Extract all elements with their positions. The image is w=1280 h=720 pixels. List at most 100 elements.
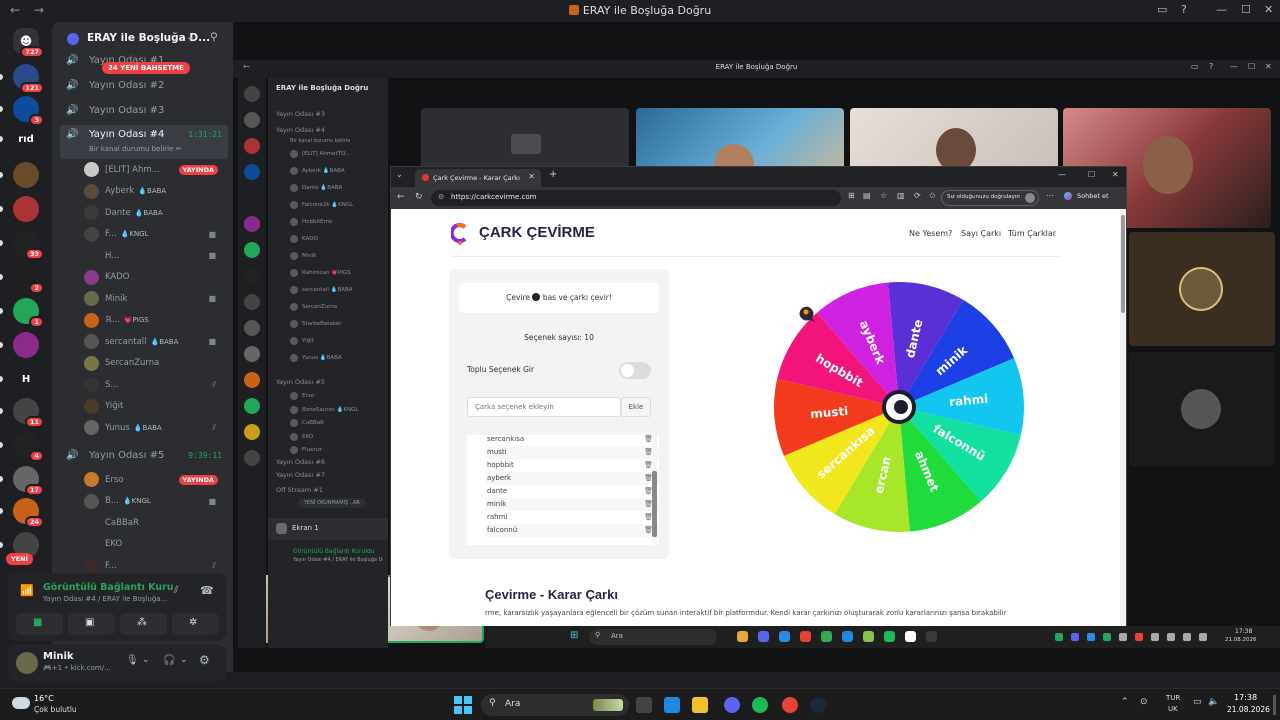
live-badge[interactable]: YAYINDA — [178, 164, 218, 175]
star-icon[interactable]: ☆ — [880, 191, 887, 200]
volume-icon[interactable]: 🔈 — [1208, 697, 1219, 707]
inbox-icon[interactable]: ▭ — [1157, 3, 1167, 16]
live-badge[interactable]: YAYINDA — [178, 474, 218, 485]
option-item[interactable]: ayberk 🗑 — [485, 472, 659, 485]
server-icon-9[interactable]: H — [13, 366, 39, 392]
tab-menu-icon[interactable]: ⌄ — [396, 170, 403, 179]
channel-room-4[interactable]: 🔊 Yayın Odası #4 1:31:21 Bir kanal durumu… — [60, 125, 228, 159]
new-unread-badge[interactable]: YENİ — [6, 553, 34, 565]
reload-icon[interactable]: ↻ — [415, 192, 423, 202]
language-indicator[interactable]: TUR — [1166, 694, 1180, 702]
video-tile-5[interactable] — [1129, 232, 1275, 346]
tab-close-icon[interactable]: ✕ — [528, 172, 535, 181]
nav-link-ne-yesem[interactable]: Ne Yesem? — [909, 229, 952, 238]
chevron-down-icon[interactable]: ⌄ — [180, 655, 188, 665]
site-logo[interactable]: ÇARK ÇEVİRME — [479, 224, 595, 241]
option-item[interactable]: dante 🗑 — [485, 485, 659, 498]
voice-user[interactable]: Dante 💧BABA — [84, 203, 226, 222]
options-scrollbar[interactable] — [652, 435, 657, 545]
microphone-icon[interactable]: 🎙 — [126, 655, 139, 666]
voice-user[interactable]: Erso YAYINDA — [84, 470, 226, 489]
option-item[interactable]: minik 🗑 — [485, 498, 659, 511]
channel-room-5[interactable]: 🔊 Yayın Odası #5 9:39:11 — [60, 444, 228, 466]
video-tile-6[interactable] — [1129, 352, 1275, 466]
screen-share-button[interactable]: ▣ — [68, 613, 115, 635]
taskbar-search[interactable]: ⚲ Ara — [481, 694, 629, 716]
voice-user[interactable]: EKO — [84, 535, 226, 554]
voice-user[interactable]: H... ■ — [84, 246, 226, 265]
sync-icon[interactable]: ⟳ — [914, 191, 921, 200]
show-desktop[interactable] — [1273, 695, 1276, 715]
close-icon[interactable]: ✕ — [1264, 3, 1273, 16]
site-info-icon[interactable]: ⚙ — [438, 193, 444, 201]
address-bar[interactable]: ⚙ https://carkcevirme.com — [431, 190, 841, 206]
channel-room-2[interactable]: 🔊 Yayın Odası #2 — [60, 74, 228, 96]
bulk-input-toggle[interactable] — [619, 362, 651, 379]
discord-icon[interactable] — [724, 697, 740, 713]
headphones-icon[interactable]: 🎧 — [163, 655, 175, 666]
voice-user[interactable]: Yunus 💧BABA ⫽ — [84, 418, 226, 437]
server-icon-8[interactable] — [13, 332, 39, 358]
file-explorer-icon[interactable] — [692, 697, 708, 713]
windows-start-icon[interactable] — [454, 696, 472, 714]
language-indicator-sub[interactable]: UK — [1168, 705, 1178, 713]
weather-cloud-icon[interactable] — [12, 697, 30, 709]
voice-user[interactable]: B... 💧KNGL ■ — [84, 492, 226, 511]
dm-button[interactable]: ☻ 727 — [13, 28, 44, 58]
clock-date[interactable]: 21.08.2026 — [1227, 705, 1270, 714]
nav-link-tum-carklar[interactable]: Tüm Çarklar — [1008, 229, 1056, 238]
option-item[interactable]: rahmi 🗑 — [485, 511, 659, 524]
server-icon-11[interactable]: 4 — [13, 432, 44, 462]
server-icon-1[interactable]: 3 — [13, 96, 44, 126]
add-member-icon[interactable]: ⚲ — [210, 31, 218, 43]
voice-user[interactable]: F... 💧KNGL ■ — [84, 225, 226, 244]
steam-icon[interactable] — [810, 697, 826, 713]
option-item[interactable]: falconnü 🗑 — [485, 524, 659, 537]
voice-user[interactable]: SercanZurna — [84, 354, 226, 373]
channel-room-3[interactable]: 🔊 Yayın Odası #3 — [60, 99, 228, 121]
verify-identity-button[interactable]: Sız olduğunuzu doğrulayın — [941, 190, 1039, 206]
voice-user[interactable]: ℝ... 💗PIGS — [84, 311, 226, 330]
avatar[interactable] — [16, 652, 38, 674]
server-icon-0[interactable]: 121 — [13, 64, 44, 94]
maximize-icon[interactable]: ☐ — [1241, 3, 1251, 16]
voice-user[interactable]: Ayberk 💧BABA — [84, 182, 226, 201]
voice-user[interactable]: sercantall 💧BABA ■ — [84, 332, 226, 351]
extensions-icon[interactable]: ⊞ — [848, 191, 855, 200]
new-tab-icon[interactable]: + — [549, 169, 557, 180]
clock-time[interactable]: 17:38 — [1234, 693, 1257, 702]
new-mentions-badge[interactable]: 24 YENİ BAHSETME — [102, 62, 190, 74]
voice-user[interactable]: Minik ■ — [84, 289, 226, 308]
server-icon-4[interactable] — [13, 196, 39, 222]
voice-user[interactable]: KADO — [84, 268, 226, 287]
server-icon-7[interactable]: 1 — [13, 298, 44, 328]
voice-user[interactable]: S... ⫽ — [84, 375, 226, 394]
add-option-input[interactable] — [467, 397, 621, 417]
minimize-icon[interactable]: — — [1216, 3, 1227, 16]
help-icon[interactable]: ? — [1181, 3, 1187, 16]
weather-temp[interactable]: 16°C — [34, 694, 54, 703]
chevron-down-icon[interactable]: ⌄ — [142, 655, 150, 665]
voice-user[interactable]: CaBBaR — [84, 513, 226, 532]
voice-channel-link[interactable]: Yayın Odası #4 / ERAY ile Boşluğa... — [43, 595, 173, 603]
channel-status[interactable]: Bir kanal durumu belirle ✏ — [89, 145, 182, 153]
voice-user[interactable]: Yiğit — [84, 397, 226, 416]
disconnect-icon[interactable]: ☎ — [200, 584, 214, 597]
tray-icon[interactable]: ⊙ — [1140, 697, 1148, 707]
server-icon-12[interactable]: 17 — [13, 466, 44, 496]
task-view-icon[interactable] — [636, 697, 652, 713]
option-item[interactable]: sercankısa 🗑 — [485, 435, 659, 446]
reader-icon[interactable]: ▤ — [863, 191, 871, 200]
favorites-icon[interactable]: ✩ — [929, 191, 936, 200]
camera-button[interactable]: ■ — [16, 613, 63, 635]
split-icon[interactable]: ▥ — [897, 191, 905, 200]
close-icon[interactable]: ✕ — [1112, 170, 1119, 179]
activities-button[interactable]: ⁂ — [120, 613, 167, 635]
server-icon-5[interactable]: 33 — [13, 230, 44, 260]
voice-user[interactable]: [ELIT] Ahm... YAYINDA — [84, 160, 226, 179]
soundboard-button[interactable]: ✲ — [172, 613, 219, 635]
add-option-button[interactable]: Ekle — [621, 397, 651, 417]
server-icon-13[interactable]: 24 — [13, 498, 44, 528]
browser-window[interactable]: ⌄ Çark Çevirme - Karar Çarkı ✕ + — ☐ ✕ ←… — [390, 166, 1127, 626]
network-icon[interactable]: ▭ — [1193, 697, 1202, 707]
